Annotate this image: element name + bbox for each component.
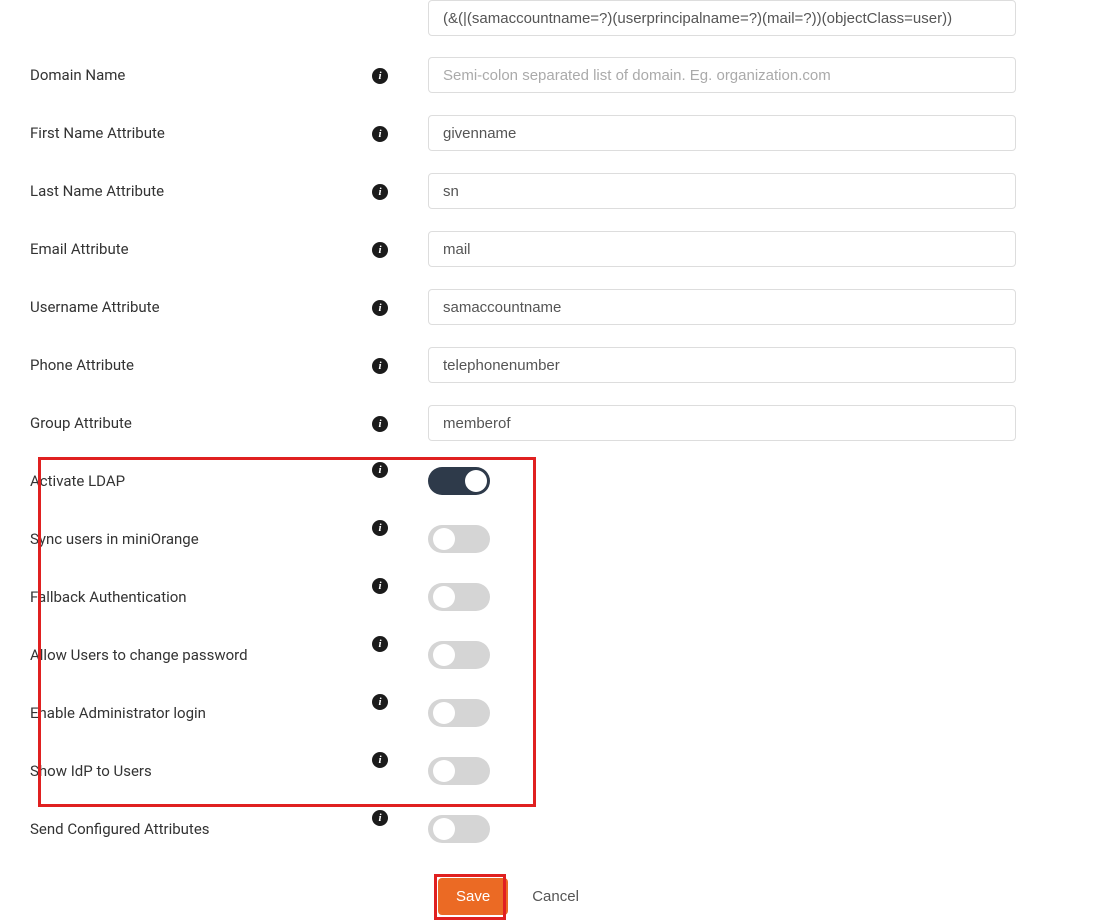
- username-label: Username Attribute: [30, 298, 160, 316]
- info-icon[interactable]: i: [372, 694, 388, 710]
- send-attributes-label: Send Configured Attributes: [30, 820, 210, 838]
- info-icon[interactable]: i: [372, 578, 388, 594]
- group-label: Group Attribute: [30, 414, 132, 432]
- info-icon[interactable]: i: [372, 416, 388, 432]
- enable-admin-login-label: Enable Administrator login: [30, 704, 206, 722]
- last-name-label: Last Name Attribute: [30, 182, 164, 200]
- activate-ldap-toggle[interactable]: [428, 467, 490, 495]
- show-idp-toggle[interactable]: [428, 757, 490, 785]
- info-icon[interactable]: i: [372, 126, 388, 142]
- fallback-auth-label: Fallback Authentication: [30, 588, 187, 606]
- info-icon[interactable]: i: [372, 810, 388, 826]
- info-icon[interactable]: i: [372, 184, 388, 200]
- info-icon[interactable]: i: [372, 636, 388, 652]
- last-name-input[interactable]: [428, 173, 1016, 209]
- info-icon[interactable]: i: [372, 462, 388, 478]
- sync-users-label: Sync users in miniOrange: [30, 530, 199, 548]
- allow-change-password-toggle[interactable]: [428, 641, 490, 669]
- allow-change-password-label: Allow Users to change password: [30, 646, 248, 664]
- fallback-auth-toggle[interactable]: [428, 583, 490, 611]
- username-input[interactable]: [428, 289, 1016, 325]
- phone-input[interactable]: [428, 347, 1016, 383]
- first-name-label: First Name Attribute: [30, 124, 165, 142]
- email-label: Email Attribute: [30, 240, 129, 258]
- save-button[interactable]: Save: [438, 878, 508, 915]
- first-name-input[interactable]: [428, 115, 1016, 151]
- email-input[interactable]: [428, 231, 1016, 267]
- search-filter-input[interactable]: [428, 0, 1016, 36]
- phone-label: Phone Attribute: [30, 356, 134, 374]
- info-icon[interactable]: i: [372, 300, 388, 316]
- info-icon[interactable]: i: [372, 68, 388, 84]
- info-icon[interactable]: i: [372, 242, 388, 258]
- enable-admin-login-toggle[interactable]: [428, 699, 490, 727]
- sync-users-toggle[interactable]: [428, 525, 490, 553]
- send-attributes-toggle[interactable]: [428, 815, 490, 843]
- info-icon[interactable]: i: [372, 358, 388, 374]
- info-icon[interactable]: i: [372, 752, 388, 768]
- domain-name-label: Domain Name: [30, 66, 125, 84]
- cancel-button[interactable]: Cancel: [514, 878, 597, 915]
- show-idp-label: Show IdP to Users: [30, 762, 152, 780]
- group-input[interactable]: [428, 405, 1016, 441]
- activate-ldap-label: Activate LDAP: [30, 472, 125, 490]
- domain-name-input[interactable]: [428, 57, 1016, 93]
- info-icon[interactable]: i: [372, 520, 388, 536]
